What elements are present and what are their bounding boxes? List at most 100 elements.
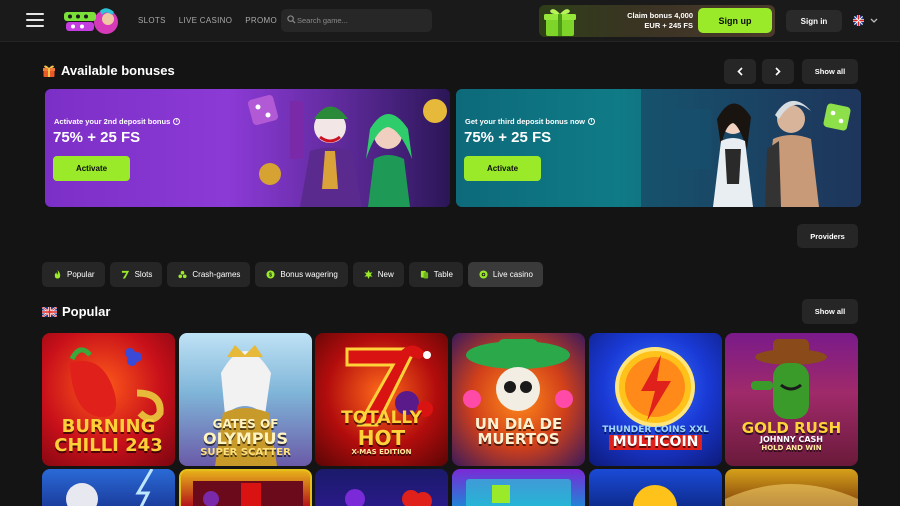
gem-art-image bbox=[466, 479, 571, 506]
info-icon[interactable]: i bbox=[173, 118, 181, 125]
game-title-line: HOT bbox=[357, 425, 406, 450]
search-icon bbox=[287, 15, 296, 24]
fruit-art-image bbox=[193, 481, 303, 506]
game-tile-fruit-slot[interactable] bbox=[179, 469, 312, 506]
game-tile-un-dia-de-muertos[interactable]: UN DIA DE MUERTOS bbox=[452, 333, 585, 466]
tab-crash-games[interactable]: Crash-games bbox=[167, 262, 251, 287]
game-title-line: TOTALLY bbox=[341, 407, 422, 428]
nav-live-casino[interactable]: LIVE CASINO bbox=[179, 16, 233, 25]
casino-logo[interactable] bbox=[62, 7, 120, 37]
main-nav: SLOTS LIVE CASINO PROMO bbox=[138, 16, 277, 25]
uk-flag-icon bbox=[853, 15, 864, 26]
signup-button[interactable]: Sign up bbox=[698, 8, 772, 33]
game-title-line: HOLD AND WIN bbox=[761, 443, 822, 452]
game-title: TOTALLY HOT X-MAS EDITION bbox=[315, 407, 448, 456]
game-title: THUNDER COINS XXL MULTICOIN bbox=[589, 425, 722, 450]
tab-popular[interactable]: Popular bbox=[42, 262, 105, 287]
game-tile-cherry-slot[interactable] bbox=[315, 469, 448, 506]
search-box bbox=[281, 9, 432, 32]
game-title: GATES OF OLYMPUS SUPER SCATTER bbox=[179, 418, 312, 458]
game-tile-gold-slot[interactable] bbox=[725, 469, 858, 506]
game-title: BURNING CHILLI 243 bbox=[42, 417, 175, 457]
bonus-label: Get your third deposit bonus now i bbox=[465, 117, 595, 126]
activate-button[interactable]: Activate bbox=[53, 156, 130, 181]
game-tile-totally-hot[interactable]: TOTALLY HOT X-MAS EDITION bbox=[315, 333, 448, 466]
tab-live-casino[interactable]: Live casino bbox=[467, 262, 543, 287]
new-icon bbox=[364, 270, 373, 279]
svg-text:$: $ bbox=[269, 273, 272, 279]
bonus-card[interactable]: Activate your 2nd deposit bonus i 75% + 2… bbox=[45, 89, 450, 207]
menu-icon[interactable] bbox=[26, 13, 44, 27]
seven-icon bbox=[121, 270, 129, 279]
tab-label: New bbox=[377, 270, 394, 279]
bonus-amount: 75% + 25 FS bbox=[464, 129, 552, 146]
game-title: UN DIA DE MUERTOS bbox=[452, 416, 585, 449]
tab-slots[interactable]: Slots bbox=[109, 262, 163, 287]
tab-label: Crash-games bbox=[192, 270, 241, 279]
game-title-line: MULTICOIN bbox=[608, 435, 703, 450]
game-title-line: SUPER SCATTER bbox=[200, 446, 291, 458]
providers-button[interactable]: Providers bbox=[797, 224, 858, 248]
tab-bonus-wagering[interactable]: $ Bonus wagering bbox=[255, 262, 348, 287]
bonus-label: Activate your 2nd deposit bonus i bbox=[54, 117, 181, 126]
bonus-label-text: Activate your 2nd deposit bonus bbox=[54, 117, 171, 126]
coin-art-image bbox=[633, 485, 677, 506]
game-tile-zeus-lightning[interactable] bbox=[42, 469, 175, 506]
game-title: GOLD RUSH JOHNNY CASH HOLD AND WIN bbox=[725, 418, 858, 452]
zeus-art-image bbox=[66, 469, 154, 506]
game-tile-thunder-coins[interactable]: THUNDER COINS XXL MULTICOIN bbox=[589, 333, 722, 466]
joker-art-image bbox=[230, 89, 450, 207]
tab-label: Live casino bbox=[492, 270, 533, 279]
game-tile-burning-chilli[interactable]: BURNING CHILLI 243 bbox=[42, 333, 175, 466]
game-tile-coin-slot[interactable] bbox=[589, 469, 722, 506]
table-icon bbox=[420, 270, 428, 279]
game-title-line: X-MAS EDITION bbox=[351, 447, 412, 456]
bonuses-title: Available bonuses bbox=[61, 63, 175, 78]
search-input[interactable] bbox=[297, 9, 427, 32]
carousel-next-button[interactable] bbox=[762, 59, 794, 84]
promo-text: Claim bonus 4,000 EUR + 245 FS bbox=[627, 11, 693, 31]
bonuses-heading: Available bonuses bbox=[42, 63, 175, 78]
tab-label: Table bbox=[433, 270, 453, 279]
tab-label: Slots bbox=[134, 270, 153, 279]
bonus-amount: 75% + 25 FS bbox=[53, 129, 141, 146]
game-title-line: MUERTOS bbox=[477, 430, 560, 449]
cherry-art-image bbox=[345, 489, 432, 506]
chevron-left-icon bbox=[737, 67, 743, 76]
game-title-line: CHILLI 243 bbox=[54, 435, 163, 457]
activate-button[interactable]: Activate bbox=[464, 156, 541, 181]
popular-show-all-button[interactable]: Show all bbox=[802, 299, 858, 324]
gift-icon bbox=[43, 65, 55, 77]
category-tabs: Popular Slots Crash-games $ Bonus wageri… bbox=[42, 262, 543, 287]
bonuses-show-all-button[interactable]: Show all bbox=[802, 59, 858, 84]
tab-label: Popular bbox=[67, 270, 95, 279]
popular-heading: Popular bbox=[42, 304, 110, 319]
tab-new[interactable]: New bbox=[352, 262, 404, 287]
game-tile-gates-of-olympus[interactable]: GATES OF OLYMPUS SUPER SCATTER bbox=[179, 333, 312, 466]
popular-title: Popular bbox=[62, 304, 111, 319]
gold-art-image bbox=[725, 484, 858, 506]
chevron-right-icon bbox=[775, 67, 781, 76]
tab-table[interactable]: Table bbox=[408, 262, 463, 287]
bonus-label-text: Get your third deposit bonus now bbox=[465, 117, 585, 126]
promo-line1: Claim bonus 4,000 bbox=[627, 11, 693, 20]
game-tile-gem-slot[interactable] bbox=[452, 469, 585, 506]
nav-promo[interactable]: PROMO bbox=[245, 16, 277, 25]
game-title-line: GOLD RUSH bbox=[741, 418, 842, 437]
heroes-art-image bbox=[641, 89, 861, 207]
promo-line2: EUR + 245 FS bbox=[644, 21, 693, 30]
game-tile-gold-rush[interactable]: GOLD RUSH JOHNNY CASH HOLD AND WIN bbox=[725, 333, 858, 466]
info-icon[interactable]: i bbox=[588, 118, 595, 125]
bonus-card[interactable]: Get your third deposit bonus now i 75% + … bbox=[456, 89, 861, 207]
uk-flag-icon bbox=[42, 306, 57, 317]
signin-button[interactable]: Sign in bbox=[786, 10, 842, 32]
live-icon bbox=[479, 270, 488, 279]
carousel-prev-button[interactable] bbox=[724, 59, 756, 84]
tab-label: Bonus wagering bbox=[280, 270, 338, 279]
bonus-icon: $ bbox=[266, 270, 275, 279]
chevron-down-icon bbox=[870, 18, 878, 23]
top-header: SLOTS LIVE CASINO PROMO Claim bonus 4,00… bbox=[0, 0, 900, 42]
language-selector[interactable] bbox=[853, 15, 878, 26]
flame-icon bbox=[54, 270, 61, 279]
nav-slots[interactable]: SLOTS bbox=[138, 16, 166, 25]
